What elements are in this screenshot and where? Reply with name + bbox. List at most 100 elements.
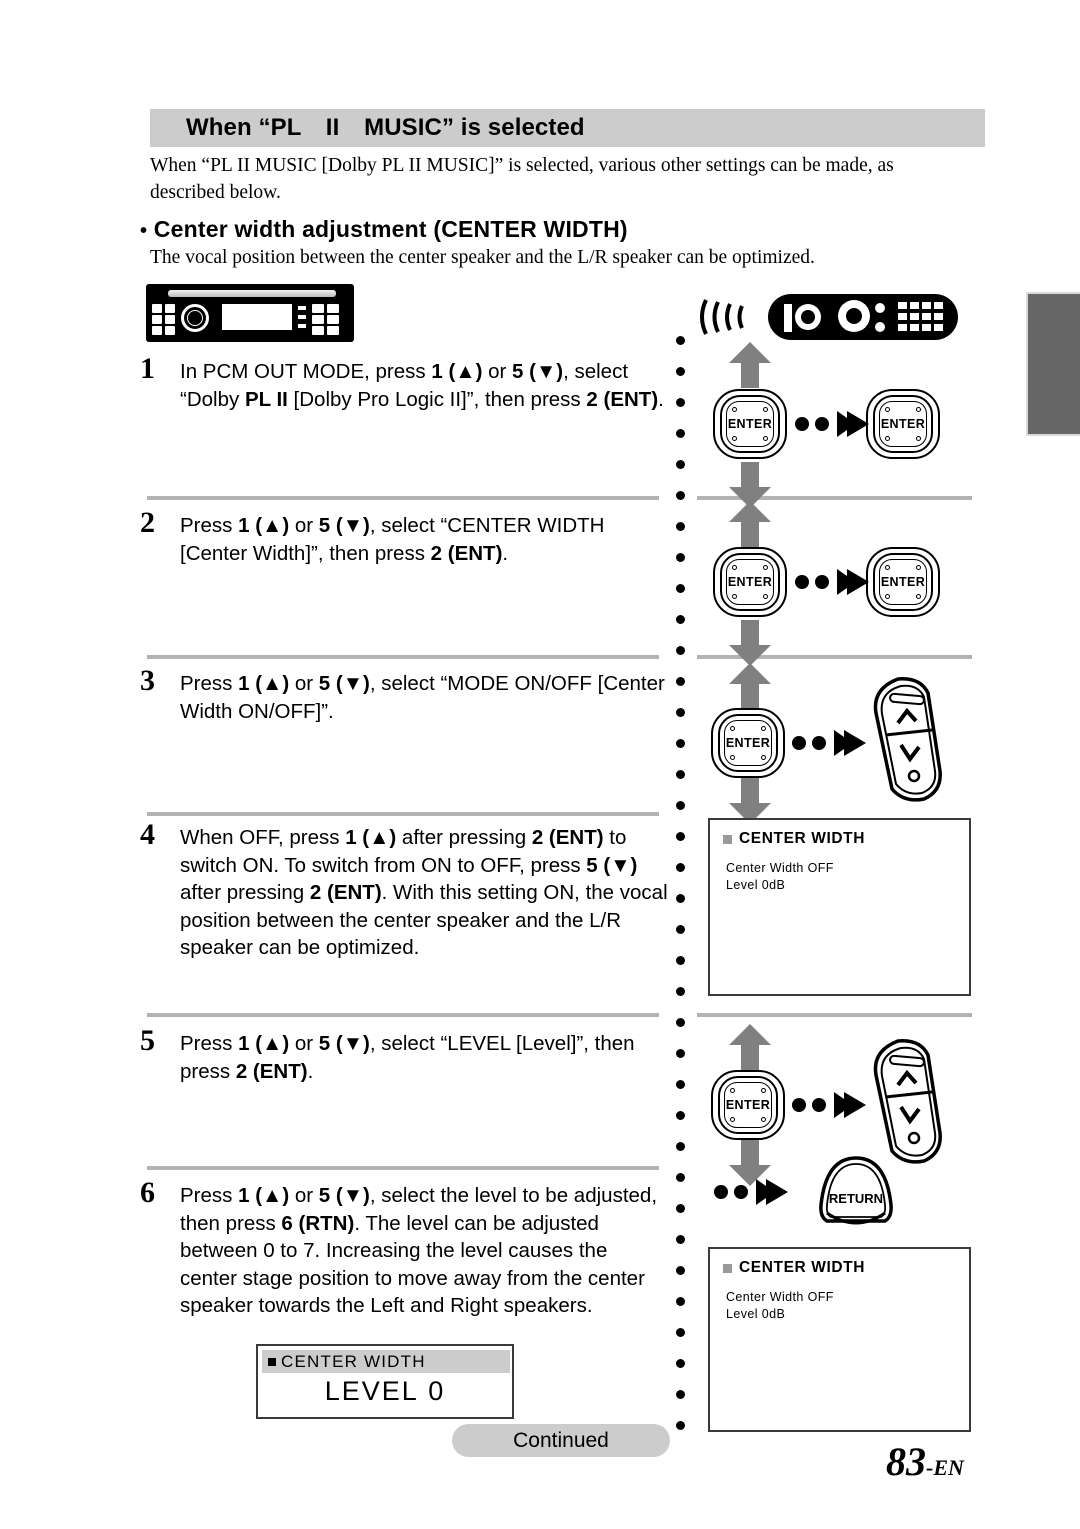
level-display-screen: CENTER WIDTH LEVEL 0 [256,1344,514,1419]
divider-dot [676,460,685,469]
step-separator [147,1166,659,1170]
step-number: 1 [140,352,155,385]
step-text: Press 1 (▲) or 5 (▼), select “MODE ON/OF… [180,672,665,723]
square-bullet-icon [723,1263,732,1273]
enter-button-icon-1[interactable]: ENTER [713,389,787,459]
step-text: Press 1 (▲) or 5 (▼), select “CENTER WID… [180,514,605,565]
divider-dot [676,553,685,562]
page-number: 83-EN [886,1438,964,1485]
bullet-heading: • Center width adjustment (CENTER WIDTH) [140,216,970,243]
step-separator [697,1013,972,1017]
section-heading-text: When “PL II MUSIC” is selected [186,114,585,141]
divider-dot [676,522,685,531]
enter-button-label: ENTER [880,417,926,431]
ir-signal-waves-icon [700,296,748,336]
divider-dot [676,1173,685,1182]
divider-dot [676,1266,685,1275]
stereo-faceplate-slot [168,290,336,297]
divider-dot [676,987,685,996]
arrow-up-icon [729,663,771,709]
enter-button-label: ENTER [880,575,926,589]
screen-line-1: Center Width OFF [726,861,834,875]
screen-title: CENTER WIDTH [739,1259,866,1276]
updown-stick-remote-icon-2[interactable] [868,1037,942,1164]
enter-button-icon-4[interactable]: ENTER [866,547,940,617]
step-3: 3 Press 1 (▲) or 5 (▼), select “MODE ON/… [140,664,670,725]
divider-dot [676,1421,685,1430]
enter-button-icon-6[interactable]: ENTER [711,1070,785,1140]
divider-dot [676,615,685,624]
step-4: 4 When OFF, press 1 (▲) after pressing 2… [140,818,670,962]
continued-badge: Continued [452,1424,670,1457]
center-width-status-screen-top: CENTER WIDTH Center Width OFF Level 0dB [708,818,971,996]
bullet-marker: • [140,220,148,242]
divider-dot [676,1142,685,1151]
square-bullet-icon [268,1357,276,1366]
step-text: Press 1 (▲) or 5 (▼), select “LEVEL [Lev… [180,1032,635,1083]
divider-dot [676,677,685,686]
divider-dot [676,584,685,593]
handheld-remote-illustration [762,288,962,344]
divider-dot [676,1018,685,1027]
enter-button-label: ENTER [727,417,773,431]
divider-dot [676,1359,685,1368]
svg-text:RETURN: RETURN [829,1191,883,1206]
updown-stick-remote-icon-1[interactable] [868,675,942,802]
intro-paragraph: When “PL II MUSIC [Dolby PL II MUSIC]” i… [150,155,894,203]
page-number-value: 83 [886,1439,926,1484]
divider-dot [676,336,685,345]
divider-dot [676,739,685,748]
divider-dot [676,1390,685,1399]
bullet-heading-text: Center width adjustment (CENTER WIDTH) [153,216,628,242]
screen-title: CENTER WIDTH [739,830,866,847]
divider-dot [676,956,685,965]
divider-dot [676,398,685,407]
return-button-icon[interactable]: RETURN [815,1155,893,1225]
page-number-suffix: -EN [926,1455,964,1480]
divider-dot [676,429,685,438]
screen-line-1: Center Width OFF [726,1290,834,1304]
divider-dot [676,925,685,934]
step-text: Press 1 (▲) or 5 (▼), select the level t… [180,1184,658,1317]
square-bullet-icon [723,834,732,844]
step-6: 6 Press 1 (▲) or 5 (▼), select the level… [140,1176,670,1320]
enter-button-label: ENTER [725,736,771,750]
enter-button-icon-2[interactable]: ENTER [866,389,940,459]
divider-dot [676,801,685,810]
step-number: 2 [140,506,155,539]
step-2: 2 Press 1 (▲) or 5 (▼), select “CENTER W… [140,506,670,567]
divider-dot [676,708,685,717]
divider-dot [676,770,685,779]
stereo-volume-knob [181,304,209,332]
enter-button-icon-3[interactable]: ENTER [713,547,787,617]
step-number: 4 [140,818,155,851]
arrow-down-icon [729,620,771,666]
step-separator [147,496,659,500]
divider-dot [676,1328,685,1337]
divider-dot [676,491,685,500]
enter-button-icon-5[interactable]: ENTER [711,708,785,778]
level-display-title: CENTER WIDTH [281,1351,426,1371]
step-separator [147,655,659,659]
section-edge-tab [1026,292,1080,436]
section-heading-bar: When “PL II MUSIC” is selected [150,109,985,147]
center-width-status-screen-bottom: CENTER WIDTH Center Width OFF Level 0dB [708,1247,971,1432]
divider-dot [676,1235,685,1244]
divider-dot [676,646,685,655]
step-number: 3 [140,664,155,697]
divider-dot [676,1204,685,1213]
step-text: In PCM OUT MODE, press 1 (▲) or 5 (▼), s… [180,360,664,411]
divider-dot [676,1080,685,1089]
dotted-arrow-icon [712,1172,798,1210]
car-stereo-illustration [146,284,354,342]
screen-body: Center Width OFF Level 0dB [726,860,969,894]
divider-dot [676,367,685,376]
stereo-lcd [222,304,292,330]
level-display-value: LEVEL 0 [324,1376,446,1406]
step-1: 1 In PCM OUT MODE, press 1 (▲) or 5 (▼),… [140,352,670,413]
bullet-intro-paragraph: The vocal position between the center sp… [150,247,815,268]
enter-button-label: ENTER [725,1098,771,1112]
arrow-up-icon [729,1024,771,1070]
level-display-titlebar: CENTER WIDTH [262,1350,510,1373]
dotted-arrow-icon [790,1085,876,1123]
